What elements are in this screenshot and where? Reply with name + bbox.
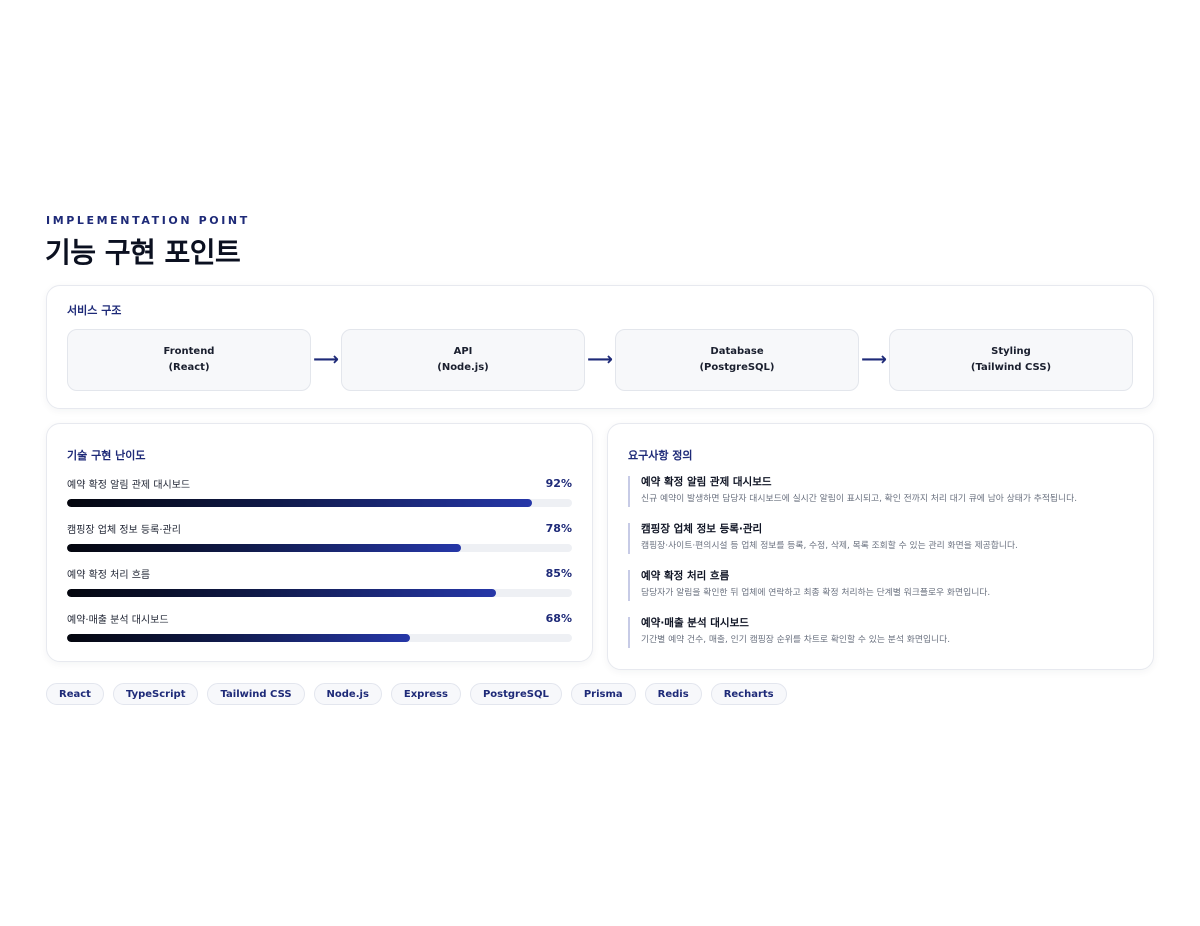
flow-node-styling: Styling (Tailwind CSS): [889, 329, 1133, 391]
flow-node-detail: (React): [168, 362, 210, 373]
flow-node-name: Database: [710, 346, 764, 357]
tech-tag-react: React: [46, 683, 104, 705]
progress-fill: [67, 634, 411, 642]
difficulty-row: 예약 확정 처리 흐름 85%: [67, 564, 572, 609]
requirement-title: 캠핑장 업체 정보 등록·관리: [641, 523, 763, 535]
progress-track: [67, 499, 572, 507]
difficulty-list: 예약 확정 알림 관제 대시보드 92% 캠핑장 업체 정보 등록·관리 78%: [67, 474, 572, 654]
requirement-desc: 캠핑장·사이트·편의시설 등 업체 정보를 등록, 수정, 삭제, 목록 조회할…: [641, 541, 1018, 551]
difficulty-label: 예약 확정 처리 흐름: [67, 569, 151, 581]
difficulty-label: 캠핑장 업체 정보 등록·관리: [67, 524, 181, 536]
progress-track: [67, 634, 572, 642]
tech-tag-nodejs: Node.js: [313, 683, 382, 705]
tech-tag-list: React TypeScript Tailwind CSS Node.js Ex…: [46, 683, 787, 705]
requirement-item: 예약 확정 처리 흐름 담당자가 알림을 확인한 뒤 업체에 연락하고 최종 확…: [628, 568, 1141, 615]
flow-node-name: Frontend: [163, 346, 215, 357]
arrow-right-icon: ⟶: [313, 349, 339, 370]
flow-node-name: API: [453, 346, 473, 357]
flow-node-api: API (Node.js): [341, 329, 585, 391]
requirement-title: 예약·매출 분석 대시보드: [641, 617, 749, 629]
progress-fill: [67, 544, 461, 552]
difficulty-row: 예약 확정 알림 관제 대시보드 92%: [67, 474, 572, 519]
difficulty-card: 기술 구현 난이도 예약 확정 알림 관제 대시보드 92% 캠핑장 업체 정보…: [46, 423, 593, 662]
flow-node-detail: (PostgreSQL): [699, 362, 775, 373]
requirement-desc: 담당자가 알림을 확인한 뒤 업체에 연락하고 최종 확정 처리하는 단계별 워…: [641, 588, 991, 598]
difficulty-percent: 92%: [545, 476, 572, 490]
difficulty-percent: 78%: [545, 521, 572, 535]
requirement-item: 캠핑장 업체 정보 등록·관리 캠핑장·사이트·편의시설 등 업체 정보를 등록…: [628, 521, 1141, 568]
service-structure-card: 서비스 구조 Frontend (React) ⟶ API (Node.js) …: [46, 285, 1154, 409]
page: IMPLEMENTATION POINT 기능 구현 포인트 서비스 구조 Fr…: [0, 0, 1200, 926]
difficulty-label: 예약 확정 알림 관제 대시보드: [67, 479, 191, 491]
flow-node-frontend: Frontend (React): [67, 329, 311, 391]
requirement-title: 예약 확정 알림 관제 대시보드: [641, 476, 772, 488]
difficulty-title: 기술 구현 난이도: [67, 449, 146, 462]
progress-track: [67, 544, 572, 552]
requirement-item: 예약 확정 알림 관제 대시보드 신규 예약이 발생하면 담당자 대시보드에 실…: [628, 474, 1141, 521]
difficulty-row: 예약·매출 분석 대시보드 68%: [67, 609, 572, 654]
service-flow: Frontend (React) ⟶ API (Node.js) ⟶ Datab…: [67, 328, 1133, 392]
tech-tag-tailwind: Tailwind CSS: [207, 683, 305, 705]
requirements-list: 예약 확정 알림 관제 대시보드 신규 예약이 발생하면 담당자 대시보드에 실…: [628, 474, 1141, 662]
flow-node-detail: (Node.js): [437, 362, 489, 373]
difficulty-percent: 85%: [545, 566, 572, 580]
flow-node-name: Styling: [991, 346, 1031, 357]
tech-tag-express: Express: [390, 683, 461, 705]
tech-tag-prisma: Prisma: [570, 683, 636, 705]
difficulty-label: 예약·매출 분석 대시보드: [67, 614, 169, 626]
arrow-right-icon: ⟶: [861, 349, 887, 370]
tech-tag-typescript: TypeScript: [112, 683, 199, 705]
requirements-title: 요구사항 정의: [628, 449, 693, 462]
page-title: 기능 구현 포인트: [45, 236, 241, 269]
progress-fill: [67, 589, 497, 597]
requirement-item: 예약·매출 분석 대시보드 기간별 예약 건수, 매출, 인기 캠핑장 순위를 …: [628, 615, 1141, 662]
requirement-desc: 신규 예약이 발생하면 담당자 대시보드에 실시간 알림이 표시되고, 확인 전…: [641, 494, 1078, 504]
progress-fill: [67, 499, 532, 507]
difficulty-row: 캠핑장 업체 정보 등록·관리 78%: [67, 519, 572, 564]
section-eyebrow: IMPLEMENTATION POINT: [46, 214, 250, 227]
tech-tag-redis: Redis: [644, 683, 702, 705]
arrow-right-icon: ⟶: [587, 349, 613, 370]
progress-track: [67, 589, 572, 597]
flow-node-database: Database (PostgreSQL): [615, 329, 859, 391]
flow-node-detail: (Tailwind CSS): [970, 362, 1052, 373]
tech-tag-postgresql: PostgreSQL: [469, 683, 562, 705]
requirements-card: 요구사항 정의 예약 확정 알림 관제 대시보드 신규 예약이 발생하면 담당자…: [607, 423, 1154, 670]
difficulty-percent: 68%: [545, 611, 572, 625]
service-structure-title: 서비스 구조: [67, 304, 122, 317]
tech-tag-recharts: Recharts: [710, 683, 787, 705]
requirement-title: 예약 확정 처리 흐름: [641, 570, 730, 582]
requirement-desc: 기간별 예약 건수, 매출, 인기 캠핑장 순위를 차트로 확인할 수 있는 분…: [641, 635, 951, 645]
